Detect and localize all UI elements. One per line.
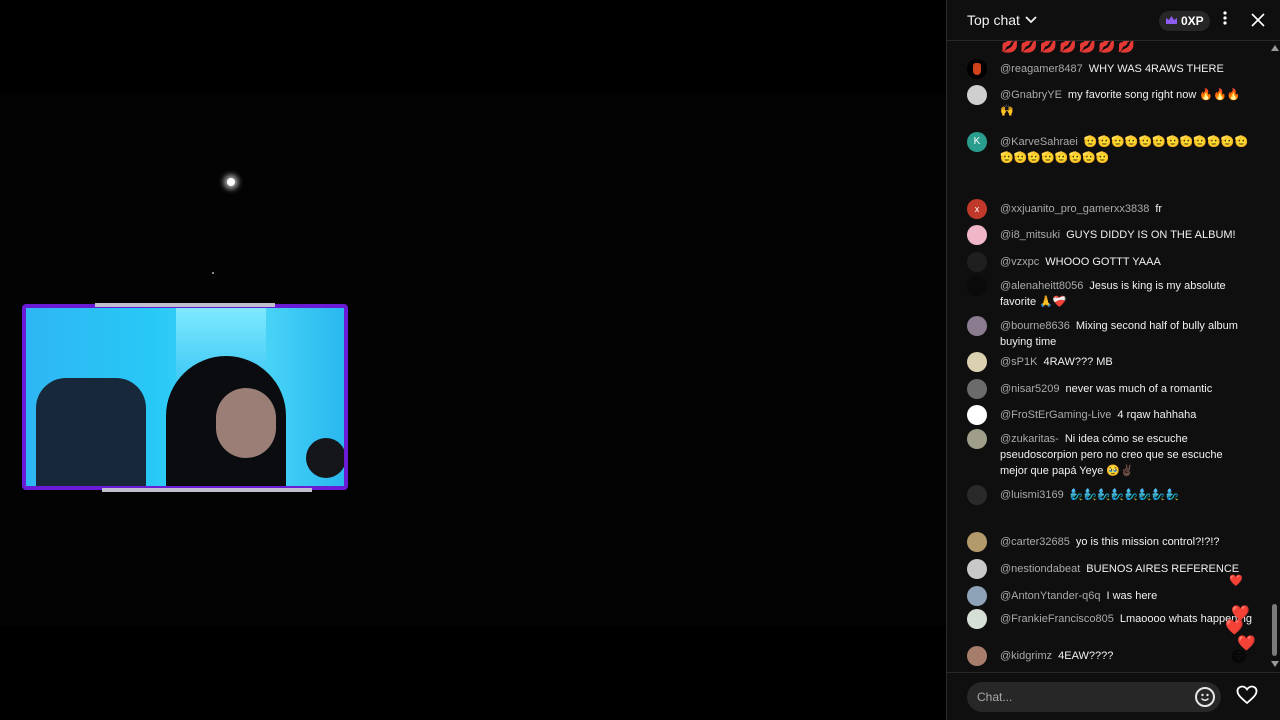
chat-header: Top chat 0XP	[947, 0, 1280, 41]
xp-badge[interactable]: 0XP	[1159, 11, 1210, 31]
message-author[interactable]: @KarveSahraei	[1000, 136, 1078, 148]
chat-message[interactable]: @FroStErGaming-Live 4 rqaw hahhaha	[967, 405, 1257, 425]
chat-messages[interactable]: 💋💋💋💋💋💋💋 @reagamer8487 WHY WAS 4RAWS THERE…	[947, 41, 1267, 672]
scroll-down-arrow[interactable]	[1271, 661, 1279, 667]
message-text: never was much of a romantic	[1065, 383, 1213, 395]
mouse-cursor	[212, 272, 214, 274]
smiley-icon[interactable]	[1195, 687, 1215, 707]
cam-frame-bar-bottom	[102, 488, 312, 492]
avatar[interactable]	[967, 352, 987, 372]
message-text: I was here	[1106, 590, 1158, 602]
chat-message[interactable]: @nisar5209 never was much of a romantic	[967, 379, 1257, 399]
message-text: WHOOO GOTTT YAAA	[1045, 256, 1161, 268]
avatar[interactable]: x	[967, 199, 987, 219]
heart-reaction: ❤️	[1229, 575, 1243, 587]
message-author[interactable]: @GnabryYE	[1000, 89, 1062, 101]
avatar[interactable]	[967, 532, 987, 552]
message-text: fr	[1155, 203, 1163, 215]
more-vert-icon[interactable]	[1215, 10, 1235, 32]
chat-scrollbar[interactable]	[1269, 41, 1280, 672]
microphone	[306, 438, 344, 478]
chat-message[interactable]: @FrankieFrancisco805 Lmaoooo whats happen…	[967, 609, 1257, 629]
avatar[interactable]	[967, 316, 987, 336]
avatar[interactable]	[967, 225, 987, 245]
avatar[interactable]	[967, 252, 987, 272]
message-author[interactable]: @AntonYtander-q6q	[1000, 590, 1100, 602]
crown-icon	[1165, 14, 1178, 28]
chat-message[interactable]: @alenaheitt8056 Jesus is king is my absol…	[967, 276, 1257, 310]
chat-message[interactable]: @carter32685 yo is this mission control?!…	[967, 532, 1257, 552]
message-text: BUENOS AIRES REFERENCE	[1086, 563, 1240, 575]
chat-message[interactable]: @i8_mitsuki GUYS DIDDY IS ON THE ALBUM!	[967, 225, 1257, 245]
avatar[interactable]	[967, 429, 987, 449]
chevron-down-icon	[1024, 12, 1038, 28]
chat-message[interactable]: @luismi3169 🧞‍♂️🧞‍♂️🧞‍♂️🧞‍♂️🧞‍♂️🧞‍♂️🧞‍♂️🧞…	[967, 485, 1257, 505]
gaming-chair	[36, 378, 146, 486]
top-chat-label: Top chat	[967, 12, 1020, 28]
message-author[interactable]: @vzxpc	[1000, 256, 1039, 268]
live-chat-panel: Top chat 0XP 💋💋💋💋💋💋💋 @reagamer8487 WHY WA…	[946, 0, 1280, 720]
message-author[interactable]: @nestiondabeat	[1000, 563, 1080, 575]
chat-message[interactable]: @kidgrimz 4EAW????	[967, 646, 1257, 666]
chat-message[interactable]: @sP1K 4RAW??? MB	[967, 352, 1257, 372]
avatar[interactable]	[967, 379, 987, 399]
chat-input[interactable]	[967, 682, 1221, 712]
close-icon[interactable]	[1247, 10, 1269, 32]
message-author[interactable]: @luismi3169	[1000, 489, 1064, 501]
chat-message[interactable]: @reagamer8487 WHY WAS 4RAWS THERE	[967, 59, 1257, 79]
message-author[interactable]: @FrankieFrancisco805	[1000, 613, 1114, 625]
message-author[interactable]: @i8_mitsuki	[1000, 229, 1060, 241]
message-author[interactable]: @sP1K	[1000, 356, 1037, 368]
cam-frame-bar-top	[95, 303, 275, 307]
xp-value: 0XP	[1181, 14, 1204, 28]
avatar[interactable]	[967, 646, 987, 666]
avatar[interactable]	[967, 485, 987, 505]
smile-reaction: 😄	[1231, 649, 1247, 666]
chat-message[interactable]: @bourne8636 Mixing second half of bully a…	[967, 316, 1257, 350]
message-text: 🧞‍♂️🧞‍♂️🧞‍♂️🧞‍♂️🧞‍♂️🧞‍♂️🧞‍♂️🧞‍♂️	[1069, 489, 1180, 501]
avatar[interactable]	[967, 405, 987, 425]
chat-footer	[947, 672, 1280, 720]
message-author[interactable]: @alenaheitt8056	[1000, 280, 1083, 292]
reaction-stream: ❤️ ❤️ ❤️ ❤️ 😄	[1225, 574, 1256, 666]
message-author[interactable]: @zukaritas-	[1000, 433, 1059, 445]
chat-message[interactable]: x @xxjuanito_pro_gamerxx3838 fr	[967, 199, 1257, 219]
avatar[interactable]	[967, 276, 987, 296]
message-text: GUYS DIDDY IS ON THE ALBUM!	[1066, 229, 1236, 241]
scroll-up-arrow[interactable]	[1271, 45, 1279, 51]
chat-message[interactable]: @zukaritas- Ni idea cómo se escuche pseud…	[967, 429, 1257, 479]
message-author[interactable]: @kidgrimz	[1000, 650, 1052, 662]
chat-message[interactable]: K @KarveSahraei 🫡🫡🫡🫡🫡🫡🫡🫡🫡🫡🫡🫡🫡🫡🫡🫡🫡🫡🫡🫡	[967, 132, 1257, 166]
light-sparkle	[227, 178, 235, 186]
message-author[interactable]: @nisar5209	[1000, 383, 1059, 395]
chat-message[interactable]: @vzxpc WHOOO GOTTT YAAA	[967, 252, 1257, 272]
avatar[interactable]	[967, 85, 987, 105]
chat-message[interactable]: @GnabryYE my favorite song right now 🔥🔥🔥🙌	[967, 85, 1257, 119]
message-author[interactable]: @carter32685	[1000, 536, 1070, 548]
chat-message[interactable]: @nestiondabeat BUENOS AIRES REFERENCE	[967, 559, 1257, 579]
avatar[interactable]: K	[967, 132, 987, 152]
message-text: WHY WAS 4RAWS THERE	[1088, 63, 1224, 75]
emoji-strip: 💋💋💋💋💋💋💋	[1001, 41, 1138, 53]
message-text: 4 rqaw hahhaha	[1117, 409, 1197, 421]
top-chat-dropdown[interactable]: Top chat	[967, 12, 1038, 28]
message-text: 4RAW??? MB	[1043, 356, 1113, 368]
message-text: yo is this mission control?!?!?	[1075, 536, 1220, 548]
heart-icon[interactable]	[1235, 685, 1259, 709]
message-author[interactable]: @FroStErGaming-Live	[1000, 409, 1111, 421]
avatar[interactable]	[967, 59, 987, 79]
scroll-thumb[interactable]	[1272, 604, 1277, 656]
chat-message[interactable]: @AntonYtander-q6q I was here	[967, 586, 1257, 606]
avatar[interactable]	[967, 586, 987, 606]
message-author[interactable]: @xxjuanito_pro_gamerxx3838	[1000, 203, 1149, 215]
webcam-overlay	[22, 304, 348, 490]
avatar[interactable]	[967, 609, 987, 629]
message-author[interactable]: @reagamer8487	[1000, 63, 1083, 75]
avatar[interactable]	[967, 559, 987, 579]
message-author[interactable]: @bourne8636	[1000, 320, 1070, 332]
video-player[interactable]	[0, 0, 946, 720]
streamer-face	[216, 388, 276, 458]
message-text: 4EAW????	[1058, 650, 1114, 662]
